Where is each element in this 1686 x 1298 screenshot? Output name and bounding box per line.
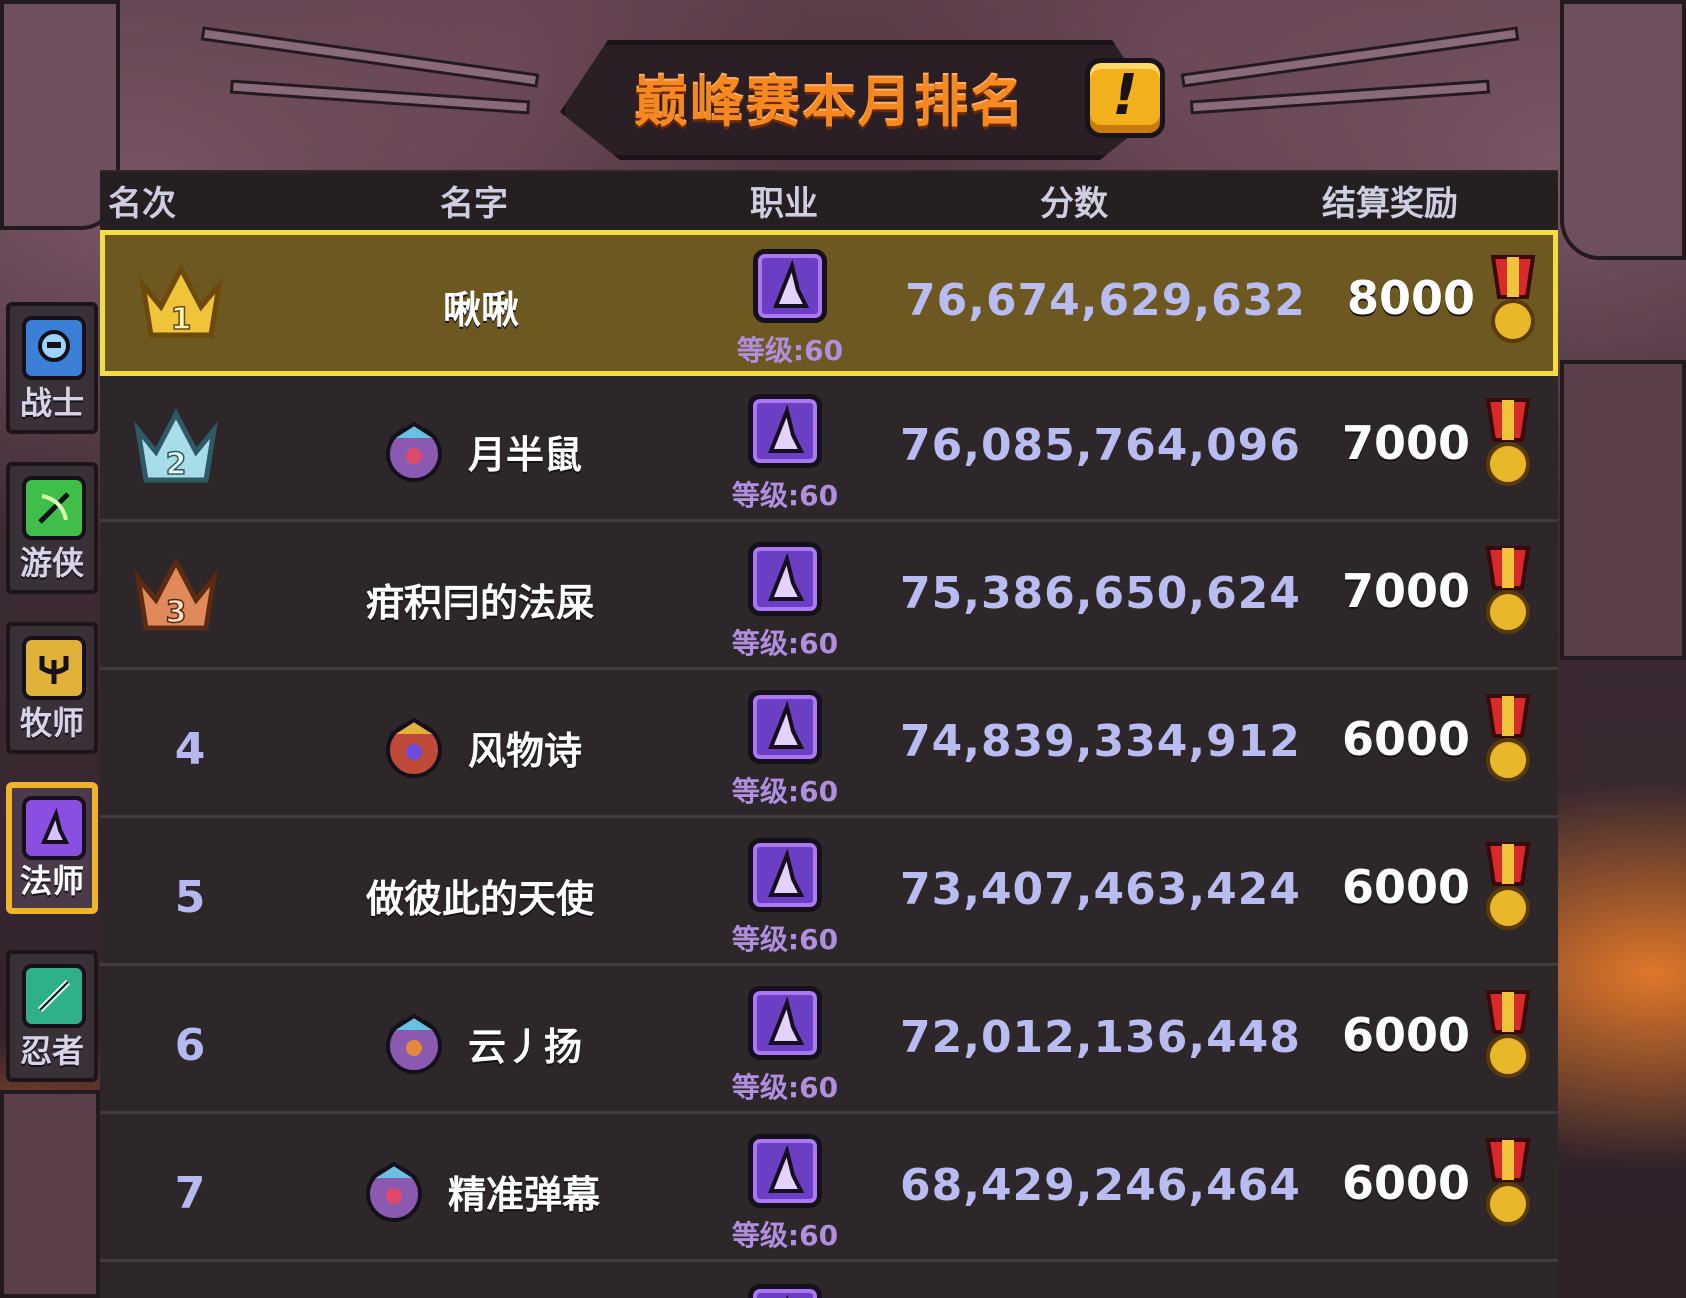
header-name: 名字 — [440, 184, 508, 224]
svg-text:3: 3 — [166, 595, 187, 630]
reward-amount: 7000 — [1341, 564, 1470, 618]
medal-icon — [1485, 1138, 1531, 1226]
player-level: 等级:60 — [736, 334, 844, 367]
table-row[interactable]: 1 啾啾 等级:60 76,674,629,632 8000 — [100, 230, 1558, 376]
player-score: 73,407,463,424 — [900, 864, 1301, 915]
tab-label: 游侠 — [19, 544, 84, 582]
mage-class-icon — [748, 986, 822, 1060]
medal-icon — [1485, 990, 1531, 1078]
priest-icon — [22, 636, 86, 700]
player-name: 风物诗 — [468, 729, 583, 773]
tab-priest[interactable]: 牧师 — [6, 622, 98, 754]
player-level: 等级:60 — [731, 1219, 839, 1252]
tab-mage[interactable]: 法师 — [6, 782, 98, 914]
player-avatar — [386, 717, 442, 778]
medal-icon — [1485, 694, 1531, 782]
rank-number: 7 — [174, 1168, 206, 1219]
mage-class-icon — [753, 249, 827, 323]
tab-ninja[interactable]: 忍者 — [6, 950, 98, 1082]
tab-label: 牧师 — [19, 704, 84, 742]
table-row[interactable]: 7 精准弹幕 等级:60 68,429,246,464 6000 — [100, 1116, 1558, 1262]
player-avatar — [386, 421, 442, 482]
header-reward: 结算奖励 — [1322, 184, 1458, 224]
player-score: 72,012,136,448 — [900, 1012, 1301, 1063]
player-name: 云丿扬 — [468, 1025, 583, 1069]
tab-label: 法师 — [19, 862, 84, 900]
reward-amount: 6000 — [1341, 1156, 1470, 1210]
page-title: 巅峰赛本月排名 — [634, 71, 1026, 134]
header-rank: 名次 — [108, 184, 176, 224]
medal-icon — [1485, 546, 1531, 634]
silver-crown-icon: 2 — [134, 408, 218, 483]
rank-number: 6 — [174, 1020, 206, 1071]
mage-icon — [22, 796, 86, 860]
bronze-crown-icon: 3 — [134, 556, 218, 631]
player-name: 疳积冃的法屎 — [366, 581, 595, 625]
tab-label: 忍者 — [19, 1032, 84, 1070]
player-name: 做彼此的天使 — [366, 877, 595, 921]
player-level: 等级:60 — [731, 1071, 839, 1104]
tab-label: 战士 — [19, 384, 84, 422]
player-name: 月半鼠 — [468, 433, 583, 477]
rock-decoration — [0, 1090, 100, 1298]
player-score: 75,386,650,624 — [900, 568, 1301, 619]
player-level: 等级:60 — [731, 775, 839, 808]
warrior-icon — [22, 316, 86, 380]
table-row[interactable]: 6 云丿扬 等级:60 72,012,136,448 6000 — [100, 968, 1558, 1114]
reward-amount: 6000 — [1341, 1008, 1470, 1062]
player-level: 等级:60 — [731, 923, 839, 956]
mage-class-icon — [748, 394, 822, 468]
header-score: 分数 — [1040, 184, 1108, 224]
reward-amount: 7000 — [1341, 416, 1470, 470]
tab-warrior[interactable]: 战士 — [6, 302, 98, 434]
table-row-partial[interactable] — [100, 1268, 1558, 1298]
tab-ranger[interactable]: 游侠 — [6, 462, 98, 594]
table-row[interactable]: 2 月半鼠 等级:60 76,085,764,096 7000 — [100, 376, 1558, 522]
player-level: 等级:60 — [731, 479, 839, 512]
mage-class-icon — [748, 1134, 822, 1208]
rock-decoration — [1560, 360, 1686, 660]
player-name: 啾啾 — [443, 288, 520, 332]
svg-text:2: 2 — [166, 447, 187, 482]
player-level: 等级:60 — [731, 627, 839, 660]
header-class: 职业 — [750, 184, 818, 224]
reward-amount: 6000 — [1341, 712, 1470, 766]
medal-icon — [1485, 398, 1531, 486]
medal-icon — [1490, 255, 1536, 343]
reward-amount: 6000 — [1341, 860, 1470, 914]
player-score: 76,085,764,096 — [900, 420, 1301, 471]
medal-icon — [1485, 842, 1531, 930]
mage-class-icon — [748, 838, 822, 912]
mage-class-icon — [748, 1284, 822, 1298]
player-avatar — [386, 1013, 442, 1074]
rank-number: 5 — [174, 872, 206, 923]
player-score: 76,674,629,632 — [905, 275, 1306, 326]
table-row[interactable]: 4 风物诗 等级:60 74,839,334,912 6000 — [100, 672, 1558, 818]
info-button[interactable]: ! — [1085, 58, 1165, 138]
gold-crown-icon: 1 — [139, 263, 223, 338]
ranger-icon — [22, 476, 86, 540]
ninja-icon — [22, 964, 86, 1028]
player-score: 74,839,334,912 — [900, 716, 1301, 767]
player-avatar — [366, 1161, 422, 1222]
reward-amount: 8000 — [1346, 271, 1475, 325]
table-row[interactable]: 3 疳积冃的法屎 等级:60 75,386,650,624 7000 — [100, 524, 1558, 670]
mage-class-icon — [748, 542, 822, 616]
player-name: 精准弹幕 — [448, 1173, 601, 1217]
mage-class-icon — [748, 690, 822, 764]
table-row[interactable]: 5 做彼此的天使 等级:60 73,407,463,424 6000 — [100, 820, 1558, 966]
rank-number: 4 — [174, 724, 206, 775]
svg-text:1: 1 — [171, 302, 192, 337]
rock-decoration — [1560, 0, 1686, 260]
player-score: 68,429,246,464 — [900, 1160, 1301, 1211]
